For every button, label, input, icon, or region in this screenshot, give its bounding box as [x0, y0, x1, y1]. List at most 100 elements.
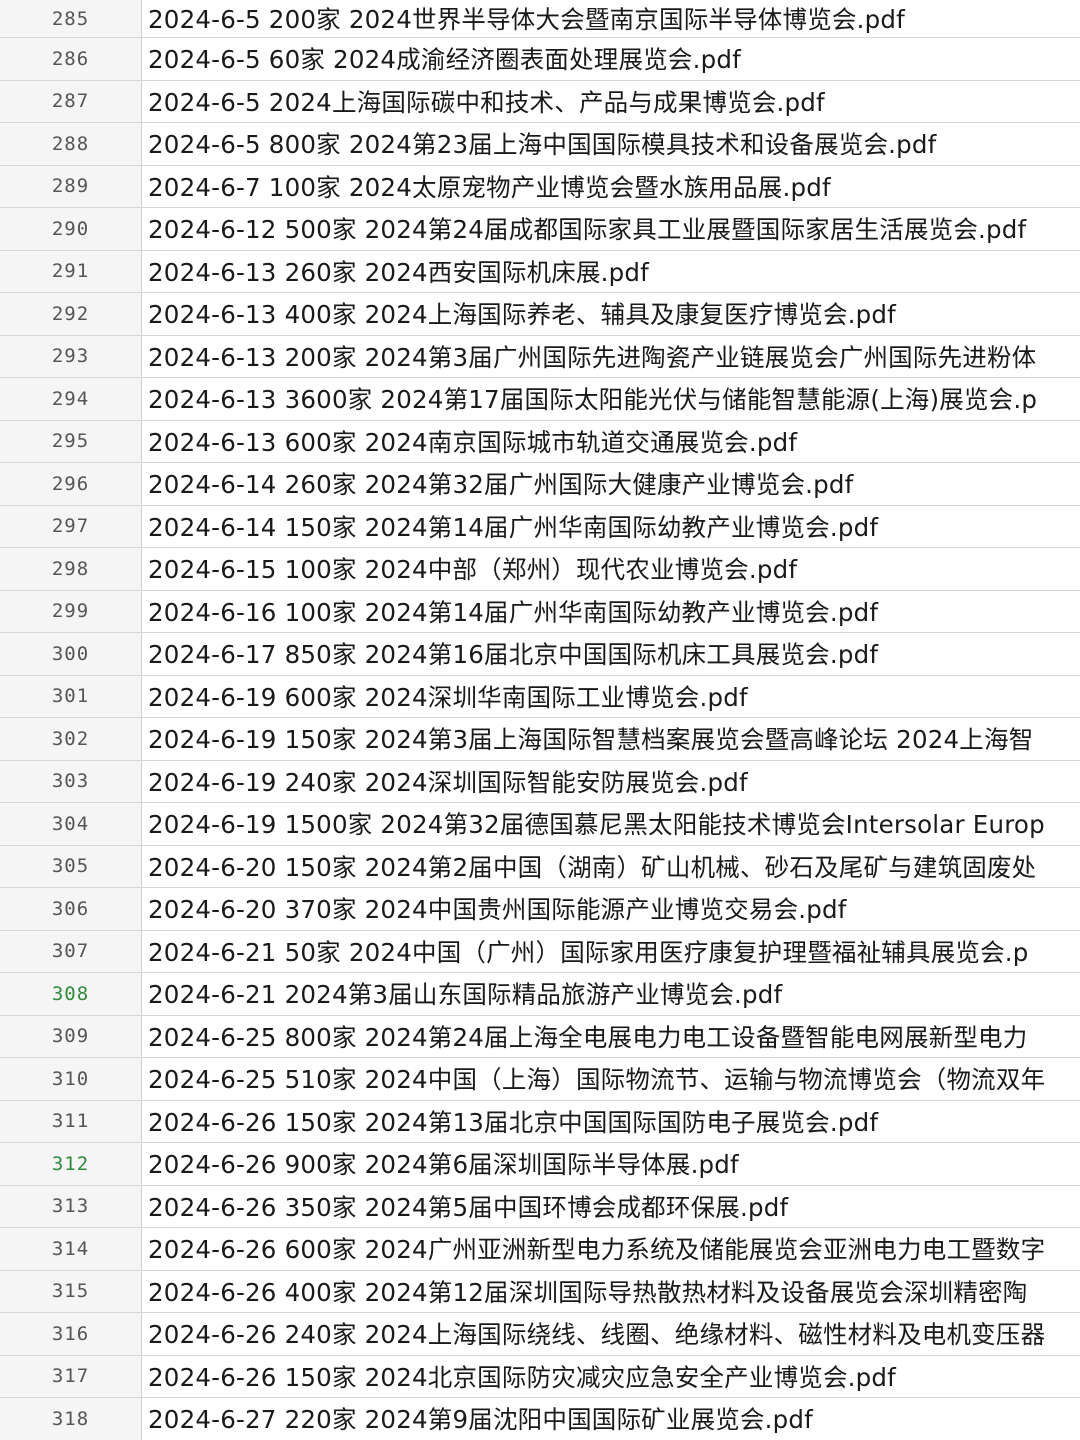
file-name-cell[interactable]: 2024-6-26 150家 2024第13届北京中国国际国防电子展览会.pdf: [142, 1101, 1080, 1143]
table-row[interactable]: 292 2024-6-13 400家 2024上海国际养老、辅具及康复医疗博览会.…: [0, 293, 1080, 336]
table-row[interactable]: 310 2024-6-25 510家 2024中国（上海）国际物流节、运输与物流博…: [0, 1058, 1080, 1101]
table-row[interactable]: 293 2024-6-13 200家 2024第3届广州国际先进陶瓷产业链展览会广…: [0, 335, 1080, 378]
file-name-cell[interactable]: 2024-6-13 260家 2024西安国际机床展.pdf: [142, 251, 1080, 293]
table-row[interactable]: 313 2024-6-26 350家 2024第5届中国环博会成都环保展.pdf: [0, 1185, 1080, 1228]
row-number[interactable]: 298: [0, 548, 142, 590]
table-row[interactable]: 297 2024-6-14 150家 2024第14届广州华南国际幼教产业博览会.…: [0, 505, 1080, 548]
table-row[interactable]: 294 2024-6-13 3600家 2024第17届国际太阳能光伏与储能智慧能…: [0, 378, 1080, 421]
row-number[interactable]: 295: [0, 420, 142, 462]
row-number[interactable]: 292: [0, 293, 142, 335]
table-row[interactable]: 307 2024-6-21 50家 2024中国（广州）国际家用医疗康复护理暨福祉…: [0, 930, 1080, 973]
file-name-cell[interactable]: 2024-6-14 150家 2024第14届广州华南国际幼教产业博览会.pdf: [142, 506, 1080, 548]
file-name-cell[interactable]: 2024-6-5 800家 2024第23届上海中国国际模具技术和设备展览会.p…: [142, 123, 1080, 165]
table-row[interactable]: 309 2024-6-25 800家 2024第24届上海全电展电力电工设备暨智能…: [0, 1015, 1080, 1058]
file-name-cell[interactable]: 2024-6-19 1500家 2024第32届德国慕尼黑太阳能技术博览会Int…: [142, 803, 1080, 845]
row-number[interactable]: 311: [0, 1100, 142, 1142]
row-number[interactable]: 285: [0, 0, 142, 37]
row-number[interactable]: 297: [0, 505, 142, 547]
table-row[interactable]: 316 2024-6-26 240家 2024上海国际绕线、线圈、绝缘材料、磁性材…: [0, 1313, 1080, 1356]
row-number[interactable]: 317: [0, 1355, 142, 1397]
table-row[interactable]: 289 2024-6-7 100家 2024太原宠物产业博览会暨水族用品展.pdf: [0, 165, 1080, 208]
row-number[interactable]: 310: [0, 1058, 142, 1100]
row-number[interactable]: 301: [0, 675, 142, 717]
file-name-cell[interactable]: 2024-6-21 50家 2024中国（广州）国际家用医疗康复护理暨福祉辅具展…: [142, 931, 1080, 973]
file-name-cell[interactable]: 2024-6-25 800家 2024第24届上海全电展电力电工设备暨智能电网展…: [142, 1016, 1080, 1058]
file-name-cell[interactable]: 2024-6-13 3600家 2024第17届国际太阳能光伏与储能智慧能源(上…: [142, 378, 1080, 420]
table-row[interactable]: 296 2024-6-14 260家 2024第32届广州国际大健康产业博览会.p…: [0, 463, 1080, 506]
table-row[interactable]: 308 2024-6-21 2024第3届山东国际精品旅游产业博览会.pdf: [0, 973, 1080, 1016]
file-name-cell[interactable]: 2024-6-26 150家 2024北京国际防灾减灾应急安全产业博览会.pdf: [142, 1356, 1080, 1398]
table-row[interactable]: 318 2024-6-27 220家 2024第9届沈阳中国国际矿业展览会.pdf: [0, 1398, 1080, 1440]
file-name-cell[interactable]: 2024-6-26 600家 2024广州亚洲新型电力系统及储能展览会亚洲电力电…: [142, 1228, 1080, 1270]
row-number[interactable]: 316: [0, 1313, 142, 1355]
table-row[interactable]: 285 2024-6-5 200家 2024世界半导体大会暨南京国际半导体博览会.…: [0, 0, 1080, 38]
file-name-cell[interactable]: 2024-6-19 150家 2024第3届上海国际智慧档案展览会暨高峰论坛 2…: [142, 718, 1080, 760]
row-number[interactable]: 286: [0, 38, 142, 80]
file-name-cell[interactable]: 2024-6-13 600家 2024南京国际城市轨道交通展览会.pdf: [142, 421, 1080, 463]
row-number[interactable]: 289: [0, 165, 142, 207]
row-number[interactable]: 315: [0, 1270, 142, 1312]
file-name-cell[interactable]: 2024-6-12 500家 2024第24届成都国际家具工业展暨国际家居生活展…: [142, 208, 1080, 250]
file-name-cell[interactable]: 2024-6-27 220家 2024第9届沈阳中国国际矿业展览会.pdf: [142, 1398, 1080, 1440]
file-name-cell[interactable]: 2024-6-19 240家 2024深圳国际智能安防展览会.pdf: [142, 761, 1080, 803]
table-row[interactable]: 304 2024-6-19 1500家 2024第32届德国慕尼黑太阳能技术博览会…: [0, 803, 1080, 846]
row-number[interactable]: 293: [0, 335, 142, 377]
row-number[interactable]: 313: [0, 1185, 142, 1227]
file-name-cell[interactable]: 2024-6-13 400家 2024上海国际养老、辅具及康复医疗博览会.pdf: [142, 293, 1080, 335]
file-name-cell[interactable]: 2024-6-16 100家 2024第14届广州华南国际幼教产业博览会.pdf: [142, 591, 1080, 633]
row-number[interactable]: 290: [0, 208, 142, 250]
row-number[interactable]: 288: [0, 123, 142, 165]
table-row[interactable]: 312 2024-6-26 900家 2024第6届深圳国际半导体展.pdf: [0, 1143, 1080, 1186]
row-number[interactable]: 306: [0, 888, 142, 930]
row-number[interactable]: 302: [0, 718, 142, 760]
table-row[interactable]: 299 2024-6-16 100家 2024第14届广州华南国际幼教产业博览会.…: [0, 590, 1080, 633]
file-name-cell[interactable]: 2024-6-26 400家 2024第12届深圳国际导热散热材料及设备展览会深…: [142, 1271, 1080, 1313]
table-row[interactable]: 311 2024-6-26 150家 2024第13届北京中国国际国防电子展览会.…: [0, 1100, 1080, 1143]
row-number[interactable]: 305: [0, 845, 142, 887]
file-name-cell[interactable]: 2024-6-26 900家 2024第6届深圳国际半导体展.pdf: [142, 1143, 1080, 1185]
file-name-cell[interactable]: 2024-6-19 600家 2024深圳华南国际工业博览会.pdf: [142, 676, 1080, 718]
row-number[interactable]: 304: [0, 803, 142, 845]
table-row[interactable]: 298 2024-6-15 100家 2024中部（郑州）现代农业博览会.pdf: [0, 548, 1080, 591]
row-number[interactable]: 309: [0, 1015, 142, 1057]
row-number[interactable]: 300: [0, 633, 142, 675]
table-row[interactable]: 288 2024-6-5 800家 2024第23届上海中国国际模具技术和设备展览…: [0, 123, 1080, 166]
row-number[interactable]: 287: [0, 80, 142, 122]
row-number[interactable]: 312: [0, 1143, 142, 1185]
table-row[interactable]: 291 2024-6-13 260家 2024西安国际机床展.pdf: [0, 250, 1080, 293]
table-row[interactable]: 295 2024-6-13 600家 2024南京国际城市轨道交通展览会.pdf: [0, 420, 1080, 463]
file-name-cell[interactable]: 2024-6-13 200家 2024第3届广州国际先进陶瓷产业链展览会广州国际…: [142, 336, 1080, 378]
file-name-cell[interactable]: 2024-6-5 60家 2024成渝经济圈表面处理展览会.pdf: [142, 38, 1080, 80]
row-number[interactable]: 299: [0, 590, 142, 632]
row-number[interactable]: 318: [0, 1398, 142, 1440]
file-name-cell[interactable]: 2024-6-17 850家 2024第16届北京中国国际机床工具展览会.pdf: [142, 633, 1080, 675]
table-row[interactable]: 290 2024-6-12 500家 2024第24届成都国际家具工业展暨国际家居…: [0, 208, 1080, 251]
row-number[interactable]: 307: [0, 930, 142, 972]
table-row[interactable]: 315 2024-6-26 400家 2024第12届深圳国际导热散热材料及设备展…: [0, 1270, 1080, 1313]
file-name-cell[interactable]: 2024-6-26 240家 2024上海国际绕线、线圈、绝缘材料、磁性材料及电…: [142, 1313, 1080, 1355]
table-row[interactable]: 305 2024-6-20 150家 2024第2届中国（湖南）矿山机械、砂石及尾…: [0, 845, 1080, 888]
row-number[interactable]: 296: [0, 463, 142, 505]
file-name-cell[interactable]: 2024-6-5 2024上海国际碳中和技术、产品与成果博览会.pdf: [142, 81, 1080, 123]
file-name-cell[interactable]: 2024-6-21 2024第3届山东国际精品旅游产业博览会.pdf: [142, 973, 1080, 1015]
row-number[interactable]: 303: [0, 760, 142, 802]
file-name-cell[interactable]: 2024-6-14 260家 2024第32届广州国际大健康产业博览会.pdf: [142, 463, 1080, 505]
table-row[interactable]: 286 2024-6-5 60家 2024成渝经济圈表面处理展览会.pdf: [0, 38, 1080, 81]
file-name-cell[interactable]: 2024-6-20 370家 2024中国贵州国际能源产业博览交易会.pdf: [142, 888, 1080, 930]
row-number[interactable]: 314: [0, 1228, 142, 1270]
table-row[interactable]: 302 2024-6-19 150家 2024第3届上海国际智慧档案展览会暨高峰论…: [0, 718, 1080, 761]
file-name-cell[interactable]: 2024-6-20 150家 2024第2届中国（湖南）矿山机械、砂石及尾矿与建…: [142, 846, 1080, 888]
table-row[interactable]: 317 2024-6-26 150家 2024北京国际防灾减灾应急安全产业博览会.…: [0, 1355, 1080, 1398]
file-name-cell[interactable]: 2024-6-25 510家 2024中国（上海）国际物流节、运输与物流博览会（…: [142, 1058, 1080, 1100]
file-name-cell[interactable]: 2024-6-15 100家 2024中部（郑州）现代农业博览会.pdf: [142, 548, 1080, 590]
table-row[interactable]: 314 2024-6-26 600家 2024广州亚洲新型电力系统及储能展览会亚洲…: [0, 1228, 1080, 1271]
file-name-cell[interactable]: 2024-6-5 200家 2024世界半导体大会暨南京国际半导体博览会.pdf: [142, 0, 1080, 37]
table-row[interactable]: 306 2024-6-20 370家 2024中国贵州国际能源产业博览交易会.pd…: [0, 888, 1080, 931]
row-number[interactable]: 308: [0, 973, 142, 1015]
table-row[interactable]: 301 2024-6-19 600家 2024深圳华南国际工业博览会.pdf: [0, 675, 1080, 718]
file-name-cell[interactable]: 2024-6-26 350家 2024第5届中国环博会成都环保展.pdf: [142, 1186, 1080, 1228]
file-name-cell[interactable]: 2024-6-7 100家 2024太原宠物产业博览会暨水族用品展.pdf: [142, 166, 1080, 208]
row-number[interactable]: 291: [0, 250, 142, 292]
table-row[interactable]: 303 2024-6-19 240家 2024深圳国际智能安防展览会.pdf: [0, 760, 1080, 803]
row-number[interactable]: 294: [0, 378, 142, 420]
